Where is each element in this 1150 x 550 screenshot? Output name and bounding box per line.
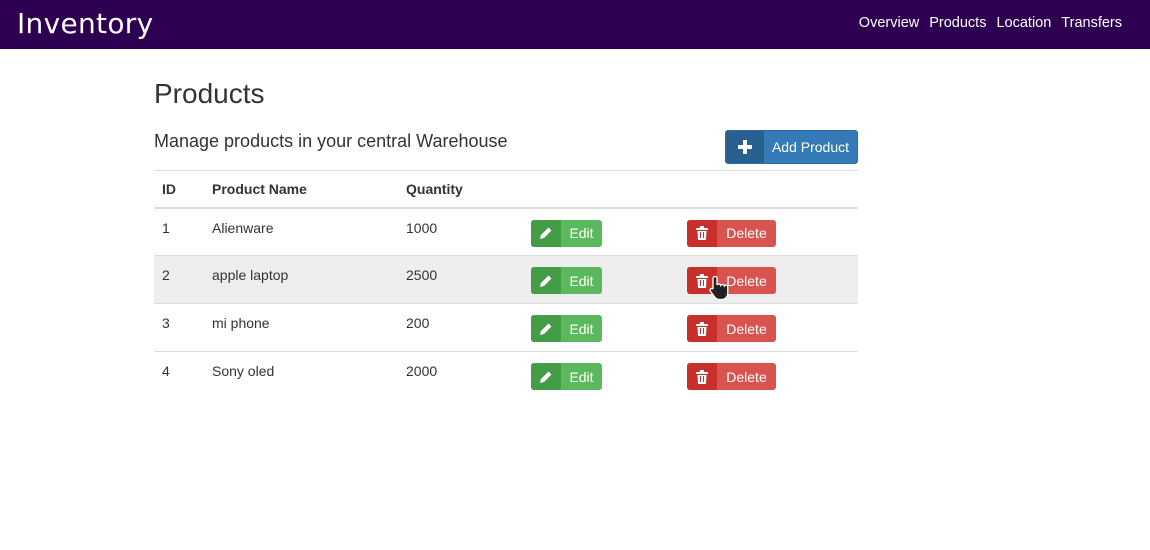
cell-edit: Edit — [527, 255, 677, 304]
header-delete-col — [677, 170, 858, 209]
cell-product-name: Sony oled — [204, 351, 398, 400]
table-row: 2 apple laptop 2500 Edit Delete — [154, 255, 858, 304]
header-product-name: Product Name — [204, 170, 398, 209]
products-table: ID Product Name Quantity 1 Alienware 100… — [154, 170, 858, 400]
nav-links: Overview Products Location Transfers — [859, 15, 1122, 31]
delete-label: Delete — [726, 320, 767, 337]
edit-button[interactable]: Edit — [531, 315, 602, 342]
top-navbar: Inventory Overview Products Location Tra… — [0, 0, 1150, 49]
cell-quantity: 200 — [398, 303, 527, 352]
nav-link-overview[interactable]: Overview — [859, 15, 919, 31]
edit-label: Edit — [569, 320, 594, 337]
trash-icon — [687, 219, 717, 247]
table-row: 3 mi phone 200 Edit Delete — [154, 303, 858, 352]
cell-delete: Delete — [677, 255, 858, 304]
cell-product-name: Alienware — [212, 219, 274, 236]
brand-title[interactable]: Inventory — [17, 4, 153, 44]
cell-delete: Delete — [677, 351, 858, 400]
table-row: 1 Alienware 1000 Edit Delete — [154, 208, 858, 256]
delete-label: Delete — [726, 368, 767, 385]
cell-id: 3 — [154, 303, 204, 352]
edit-button[interactable]: Edit — [531, 219, 602, 247]
header-edit-col — [527, 170, 677, 209]
page-subtitle: Manage products in your central Warehous… — [154, 131, 508, 151]
table-row: 4 Sony oled 2000 Edit Delete — [154, 351, 858, 400]
edit-button[interactable]: Edit — [531, 363, 602, 390]
add-product-button[interactable]: Add Product — [725, 130, 858, 164]
trash-icon — [687, 315, 717, 342]
add-product-label: Add Product — [771, 139, 850, 155]
delete-button[interactable]: Delete — [687, 315, 776, 342]
pencil-icon — [531, 315, 561, 342]
cell-quantity: 2000 — [398, 351, 527, 400]
delete-label: Delete — [726, 225, 767, 241]
hand-pointer-icon — [709, 275, 729, 301]
cell-product-name: apple laptop — [204, 255, 398, 304]
plus-icon — [726, 131, 764, 163]
nav-link-transfers[interactable]: Transfers — [1061, 15, 1122, 31]
cell-edit: Edit — [527, 208, 677, 256]
header-id: ID — [154, 170, 204, 209]
nav-link-products[interactable]: Products — [929, 15, 986, 31]
pencil-icon — [531, 363, 561, 390]
page-title: Products — [154, 78, 265, 109]
pencil-icon — [531, 219, 561, 247]
cell-id: 4 — [154, 351, 204, 400]
delete-button[interactable]: Delete — [687, 219, 776, 247]
header-quantity: Quantity — [398, 170, 527, 209]
edit-button[interactable]: Edit — [531, 267, 602, 294]
edit-label: Edit — [569, 368, 594, 385]
cell-edit: Edit — [527, 351, 677, 400]
cell-quantity: 2500 — [398, 255, 527, 304]
pencil-icon — [531, 267, 561, 294]
cell-delete: Delete — [677, 303, 858, 352]
table-header-row: ID Product Name Quantity — [154, 170, 858, 209]
cell-quantity: 1000 — [406, 219, 438, 236]
edit-label: Edit — [569, 225, 594, 241]
cell-edit: Edit — [527, 303, 677, 352]
cell-product-name: mi phone — [204, 303, 398, 352]
cell-id: 1 — [162, 219, 170, 236]
trash-icon — [687, 363, 717, 390]
nav-link-location[interactable]: Location — [996, 15, 1051, 31]
delete-button[interactable]: Delete — [687, 363, 776, 390]
cell-delete: Delete — [677, 208, 858, 256]
edit-label: Edit — [569, 272, 594, 289]
cell-id: 2 — [154, 255, 204, 304]
